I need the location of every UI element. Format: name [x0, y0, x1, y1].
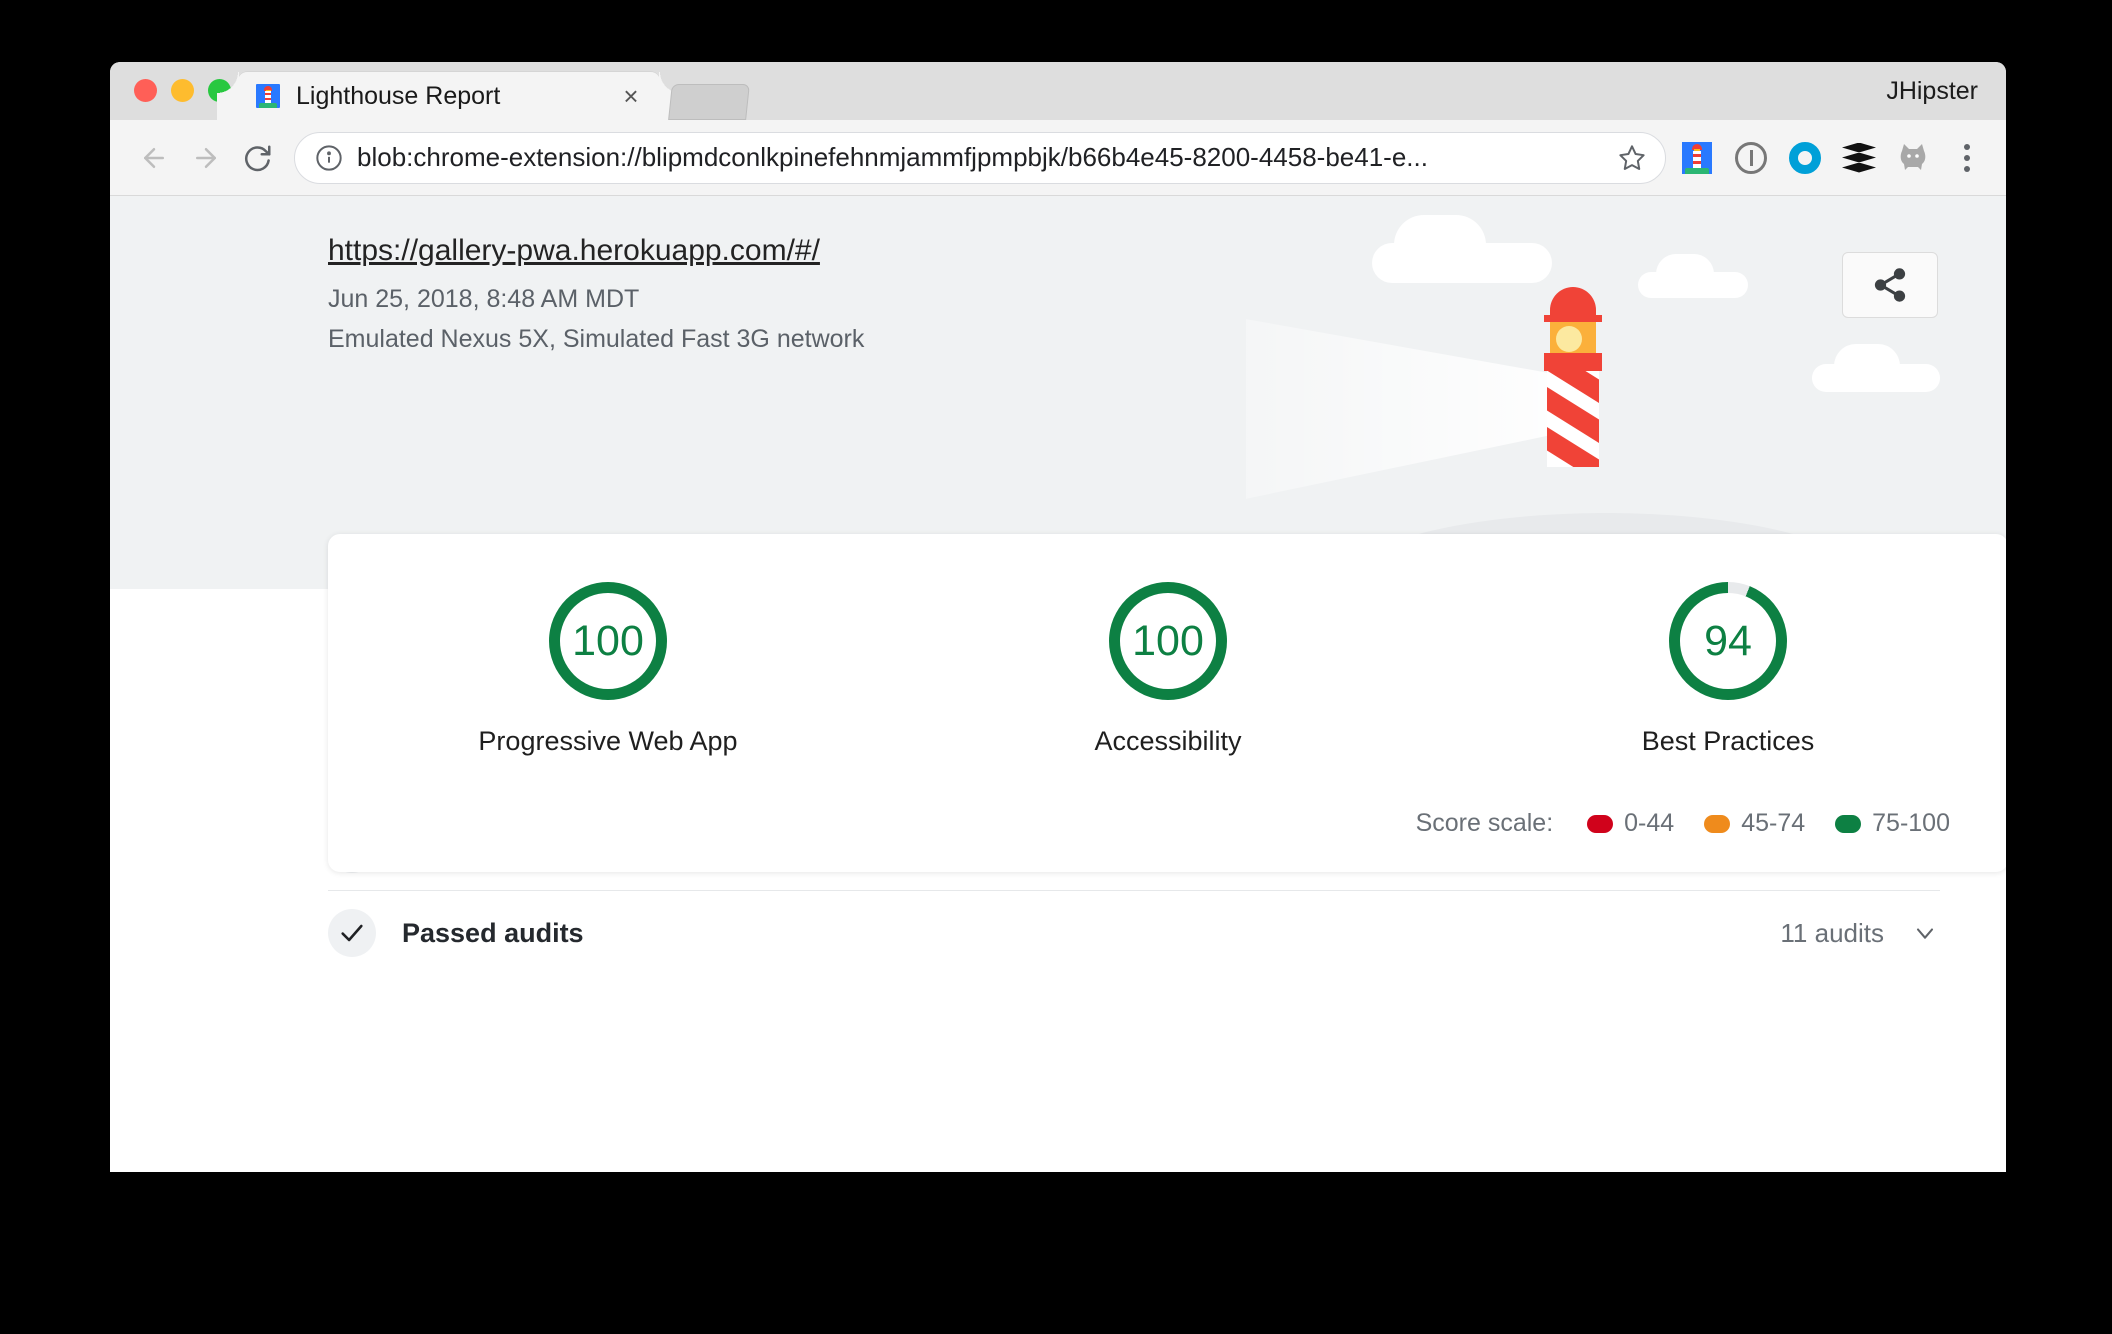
- audit-row-passed[interactable]: Passed audits 11 audits: [328, 891, 1940, 975]
- reload-icon[interactable]: [232, 132, 284, 184]
- score-gauge-accessibility[interactable]: 100 Accessibility: [888, 582, 1448, 757]
- tab-strip: Lighthouse Report × JHipster: [110, 62, 2006, 120]
- back-arrow-icon[interactable]: [128, 132, 180, 184]
- share-button[interactable]: [1842, 252, 1938, 318]
- gauge-ring: 100: [549, 582, 667, 700]
- report-header-text: https://gallery-pwa.herokuapp.com/#/ Jun…: [110, 234, 2006, 359]
- lighthouse-extension-icon[interactable]: [1680, 141, 1714, 175]
- score-value: 100: [572, 616, 644, 665]
- score-scale-item-low: 0-44: [1587, 809, 1674, 838]
- score-scale-item-high: 75-100: [1835, 809, 1950, 838]
- desktop-backdrop: Lighthouse Report × JHipster blob:chrome…: [0, 0, 2112, 1334]
- tab-title: Lighthouse Report: [296, 81, 501, 110]
- cloud-icon: [1812, 344, 1940, 392]
- score-value: 100: [1132, 616, 1204, 665]
- close-window-button[interactable]: [134, 79, 157, 102]
- checkmark-icon: [328, 909, 376, 957]
- scale-range: 0-44: [1624, 809, 1675, 837]
- chevron-down-icon[interactable]: [1910, 919, 1940, 947]
- audited-url-link[interactable]: https://gallery-pwa.herokuapp.com/#/: [328, 234, 820, 268]
- extension-icons: [1680, 141, 1984, 175]
- score-scale-label: Score scale:: [1415, 809, 1554, 837]
- report-header: https://gallery-pwa.herokuapp.com/#/ Jun…: [110, 196, 2006, 872]
- browser-tab[interactable]: Lighthouse Report ×: [217, 72, 681, 120]
- score-scale-item-mid: 45-74: [1704, 809, 1805, 838]
- scale-dot-green: [1835, 814, 1862, 833]
- scale-dot-red: [1587, 814, 1614, 833]
- score-gauge-best-practices[interactable]: 94 Best Practices: [1448, 582, 2006, 757]
- gauge-label: Progressive Web App: [478, 726, 738, 756]
- new-tab-button[interactable]: [668, 84, 750, 120]
- scale-dot-orange: [1704, 814, 1731, 833]
- report-timestamp: Jun 25, 2018, 8:48 AM MDT: [328, 285, 640, 313]
- bookmark-star-icon[interactable]: [1615, 144, 1649, 172]
- score-gauge-pwa[interactable]: 100 Progressive Web App: [328, 582, 888, 757]
- gauge-label: Accessibility: [1094, 726, 1242, 756]
- blue-donut-icon[interactable]: [1788, 141, 1822, 175]
- power-toggle-icon[interactable]: [1734, 141, 1768, 175]
- audit-title: Passed audits: [402, 917, 584, 948]
- score-value: 94: [1704, 616, 1752, 665]
- browser-toolbar: blob:chrome-extension://blipmdconlkpinef…: [110, 120, 2006, 196]
- cat-icon[interactable]: [1896, 141, 1930, 175]
- layers-icon[interactable]: [1842, 141, 1876, 175]
- scale-range: 75-100: [1872, 809, 1950, 837]
- scores-card: 100 Progressive Web App 100 Accessibilit…: [328, 534, 2006, 872]
- audit-count: 11 audits: [1780, 917, 1884, 948]
- browser-window: Lighthouse Report × JHipster blob:chrome…: [110, 62, 2006, 1172]
- score-scale-legend: Score scale: 0-44 45-74 75-100: [1416, 809, 1966, 838]
- kebab-menu-icon[interactable]: [1950, 141, 1984, 175]
- tab-close-icon[interactable]: ×: [616, 81, 646, 111]
- profile-name[interactable]: JHipster: [1886, 77, 1978, 106]
- minimize-window-button[interactable]: [171, 79, 194, 102]
- address-bar-url[interactable]: blob:chrome-extension://blipmdconlkpinef…: [357, 142, 1615, 173]
- gauge-label: Best Practices: [1641, 726, 1815, 756]
- info-circle-icon[interactable]: [315, 144, 343, 172]
- lighthouse-report-page: https://gallery-pwa.herokuapp.com/#/ Jun…: [110, 196, 2006, 1171]
- address-bar[interactable]: blob:chrome-extension://blipmdconlkpinef…: [294, 131, 1666, 184]
- lighthouse-favicon-icon: [256, 84, 280, 108]
- gauge-ring: 94: [1669, 582, 1787, 700]
- report-environment: Emulated Nexus 5X, Simulated Fast 3G net…: [328, 324, 865, 353]
- score-gauges: 100 Progressive Web App 100 Accessibilit…: [328, 534, 2006, 757]
- gauge-ring: 100: [1109, 582, 1227, 700]
- scale-range: 45-74: [1741, 809, 1806, 837]
- forward-arrow-icon[interactable]: [180, 132, 232, 184]
- share-icon: [1874, 268, 1906, 302]
